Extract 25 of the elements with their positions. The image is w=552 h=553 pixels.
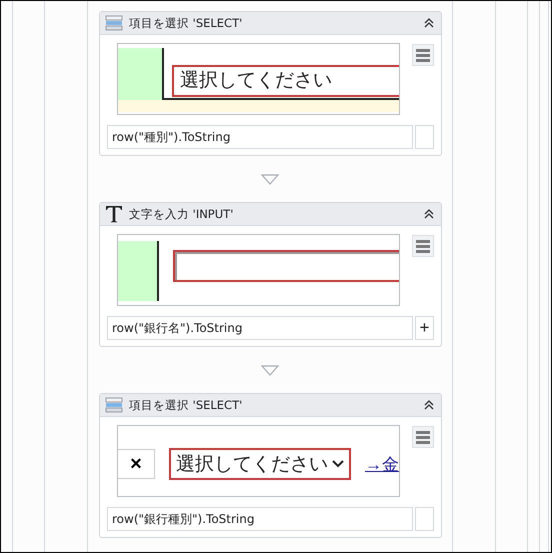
menu-icon [416,48,430,62]
menu-button[interactable] [412,235,434,257]
select-field: 選択してください [169,448,351,480]
down-arrow-icon [261,174,279,184]
chevron-down-icon [331,459,345,469]
add-button[interactable]: + [415,316,434,340]
menu-icon [416,430,430,444]
activity-title: 項目を選択 'SELECT' [129,16,244,30]
menu-icon [416,240,430,252]
highlight-block [118,241,159,301]
expression-field[interactable]: row("銀行名").ToString [107,316,413,340]
menu-button[interactable] [412,44,434,66]
expression-field[interactable]: row("種別").ToString [107,125,413,149]
menu-button[interactable] [412,426,434,448]
chevrons-up-icon [423,399,435,411]
select-field: 選択してください [172,65,399,97]
letter-t-icon [105,205,123,223]
down-arrow-icon [261,364,279,376]
list-icon [105,397,123,413]
activity-title: 項目を選択 'SELECT' [129,398,244,412]
chevrons-up-icon [423,208,435,220]
expression-field[interactable]: row("銀行種別").ToString [107,507,413,531]
activity-title: 文字を入力 'INPUT' [129,206,234,222]
chevrons-up-icon [423,17,435,29]
list-icon [105,15,123,31]
